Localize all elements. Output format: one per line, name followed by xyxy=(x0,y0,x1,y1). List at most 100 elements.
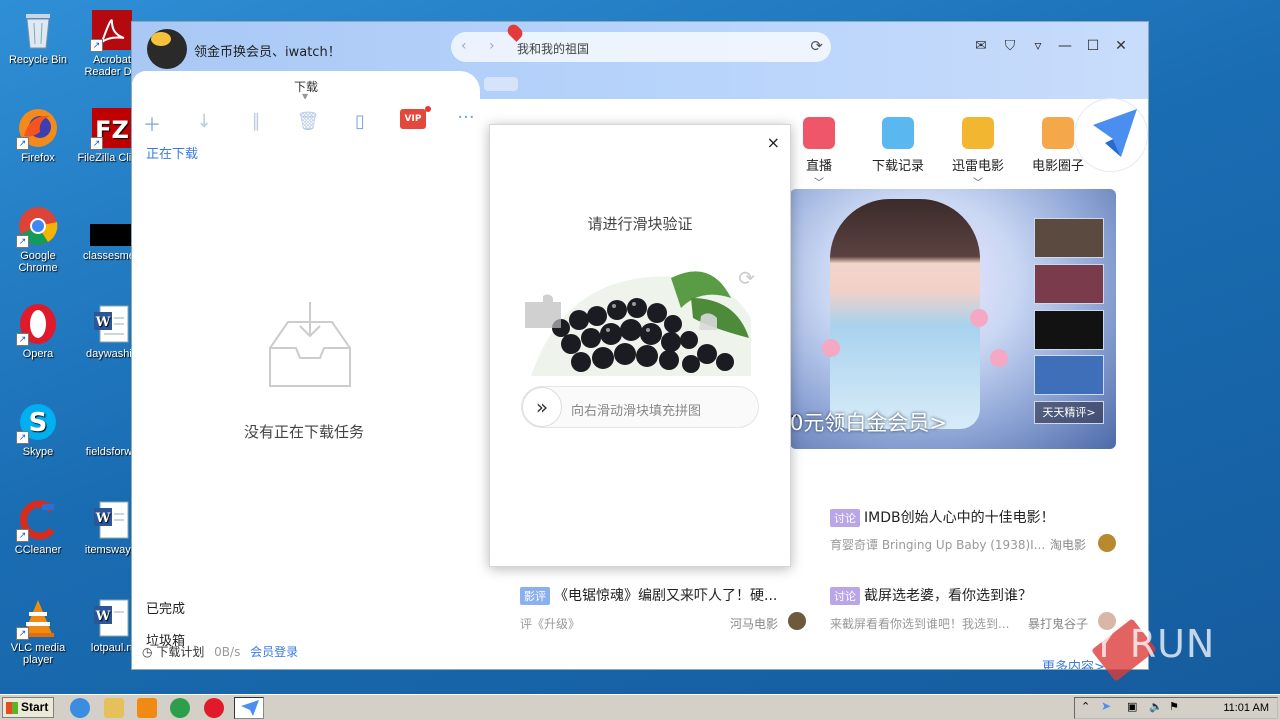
skype-icon: S ↗ xyxy=(16,400,60,444)
chevron-down-icon: ﹀ xyxy=(814,178,824,189)
banner-text: 0元领白金会员> xyxy=(790,411,947,435)
download-icon[interactable]: ↓ xyxy=(192,111,216,132)
trash-icon[interactable]: 🗑 xyxy=(296,111,320,132)
download-panel: ＋ ↓ ∥ 🗑 ▯ VIP ··· 正在下载 没有正在下载任务 已完成 垃圾箱 … xyxy=(132,99,490,669)
title-bar: 领金币换会员、iwatch！ ‹ › 我和我的祖国 ⟳ ✉ ⛉ ▿ — ☐ ✕ … xyxy=(132,22,1148,101)
minimize-icon[interactable]: — xyxy=(1056,38,1074,54)
desktop-icon-vlc[interactable]: ↗ VLC media player xyxy=(0,596,76,666)
svg-text:S: S xyxy=(29,408,48,438)
empty-box-icon xyxy=(264,302,356,388)
windows-logo-icon xyxy=(6,702,18,714)
back-icon[interactable]: ‹ xyxy=(461,38,467,54)
promo-link[interactable]: 领金币换会员、iwatch！ xyxy=(194,41,341,60)
news-subtitle-2: 评《升级》 xyxy=(520,617,581,631)
system-tray: ⌃ ➤ ▣ 🔈 ⚑ 11:01 AM xyxy=(1074,697,1278,719)
opera-icon: ↗ xyxy=(16,302,60,346)
thunder-bird-logo-icon[interactable] xyxy=(1074,98,1148,172)
daily-review-button[interactable]: 天天精评> xyxy=(1034,401,1104,424)
file-icon xyxy=(90,204,134,248)
banner-thumbnail-4[interactable] xyxy=(1034,355,1104,395)
captcha-dialog: × 请进行滑块验证 ⟳ » 向右滑动滑块填充拼图 xyxy=(489,124,791,567)
captcha-slider[interactable]: » 向右滑动滑块填充拼图 xyxy=(521,386,759,428)
close-icon[interactable]: × xyxy=(767,133,780,152)
promo-banner[interactable]: 0元领白金会员> 天天精评> xyxy=(790,189,1116,449)
ie-icon[interactable] xyxy=(70,698,90,718)
category-live[interactable]: 直播 ﹀ xyxy=(784,117,854,189)
acrobat-icon: ↗ xyxy=(90,8,134,52)
network-icon[interactable]: ▣ xyxy=(1127,700,1137,713)
close-icon[interactable]: ✕ xyxy=(1112,38,1130,54)
slider-knob[interactable]: » xyxy=(522,387,562,427)
slider-hint: 向右滑动滑块填充拼图 xyxy=(571,404,702,419)
thunder-task[interactable] xyxy=(234,697,264,719)
clock-icon: ◷ xyxy=(142,645,153,659)
news-source-2[interactable]: 河马电影 xyxy=(730,615,778,632)
mail-icon[interactable]: ✉ xyxy=(972,38,990,54)
vip-icon[interactable]: VIP xyxy=(400,106,431,129)
svg-text:W: W xyxy=(95,609,111,624)
avatar[interactable] xyxy=(147,29,187,69)
media-player-icon[interactable] xyxy=(137,698,157,718)
shortcut-arrow-icon: ↗ xyxy=(90,39,103,52)
phone-icon[interactable]: ▯ xyxy=(348,111,372,132)
explorer-icon[interactable] xyxy=(104,698,124,718)
category-thunder-movies[interactable]: 迅雷电影 ﹀ xyxy=(943,117,1013,189)
address-input[interactable]: 我和我的祖国 xyxy=(517,40,589,57)
tray-expand-icon[interactable]: ⌃ xyxy=(1081,700,1090,713)
ccleaner-icon: ↗ xyxy=(16,498,60,542)
forward-icon[interactable]: › xyxy=(489,38,495,54)
refresh-icon[interactable]: ⟳ xyxy=(810,37,823,55)
banner-thumbnail-2[interactable] xyxy=(1034,264,1104,304)
shortcut-arrow-icon: ↗ xyxy=(16,431,29,444)
banner-thumbnail-3[interactable] xyxy=(1034,310,1104,350)
desktop-icon-firefox[interactable]: ↗ Firefox xyxy=(0,106,76,164)
file-icon xyxy=(90,400,134,444)
download-plan-link[interactable]: 下载计划 xyxy=(156,645,204,659)
plus-icon[interactable]: ＋ xyxy=(140,111,164,137)
news-partial-title[interactable]: .. xyxy=(790,405,799,421)
review-badge: 影评 xyxy=(520,587,550,605)
film-reel-icon xyxy=(1042,117,1074,149)
svg-text:W: W xyxy=(95,511,111,526)
volume-icon[interactable]: 🔈 xyxy=(1149,700,1163,713)
shortcut-arrow-icon: ↗ xyxy=(16,529,29,542)
downloading-tab[interactable]: 正在下载 xyxy=(146,143,198,162)
desktop-icon-chrome[interactable]: ↗ Google Chrome xyxy=(0,204,76,274)
menu-icon[interactable]: ▿ xyxy=(1029,38,1047,54)
opera-icon[interactable] xyxy=(204,698,224,718)
thunder-tray-icon[interactable]: ➤ xyxy=(1101,699,1111,713)
word-document-icon: W xyxy=(90,596,134,640)
tv-icon xyxy=(803,117,835,149)
footer: ◷ 下载计划 0B/s 会员登录 xyxy=(142,643,298,660)
news-source-1[interactable]: 淘电影 xyxy=(1050,536,1086,553)
pause-icon[interactable]: ∥ xyxy=(244,111,268,132)
refresh-icon[interactable]: ⟳ xyxy=(738,266,755,290)
skin-icon[interactable]: ⛉ xyxy=(1001,38,1019,54)
completed-tab[interactable]: 已完成 xyxy=(146,598,185,617)
news-title-3[interactable]: 讨论 截屏选老婆，看你选到谁？ xyxy=(830,585,1032,605)
desktop-icon-recycle-bin[interactable]: Recycle Bin xyxy=(0,8,76,66)
banner-thumbnail-1[interactable] xyxy=(1034,218,1104,258)
flag-icon[interactable]: ⚑ xyxy=(1169,700,1179,713)
shortcut-arrow-icon: ↗ xyxy=(16,137,29,150)
chrome-icon[interactable] xyxy=(170,698,190,718)
tab-new[interactable] xyxy=(484,77,518,91)
start-button[interactable]: Start xyxy=(2,697,54,718)
chevron-down-icon: ﹀ xyxy=(973,178,983,189)
clock[interactable]: 11:01 AM xyxy=(1223,702,1269,714)
more-icon[interactable]: ··· xyxy=(454,107,478,128)
filezilla-icon: FZ ↗ xyxy=(90,106,134,150)
category-download-history[interactable]: 下载记录 xyxy=(863,117,933,174)
chrome-icon: ↗ xyxy=(16,204,60,248)
captcha-puzzle-image: ⟳ xyxy=(521,258,759,376)
member-login-link[interactable]: 会员登录 xyxy=(250,645,298,659)
news-title-1[interactable]: 讨论 IMDB创始人心中的十佳电影！ xyxy=(830,507,1055,527)
news-title-2[interactable]: 影评 《电锯惊魂》编剧又来吓人了！硬... xyxy=(520,585,777,605)
desktop-icon-opera[interactable]: ↗ Opera xyxy=(0,302,76,360)
desktop-icon-skype[interactable]: S ↗ Skype xyxy=(0,400,76,458)
bird-icon xyxy=(962,117,994,149)
address-bar[interactable]: ‹ › 我和我的祖国 ⟳ xyxy=(451,22,831,62)
recycle-bin-icon xyxy=(16,8,60,52)
desktop-icon-ccleaner[interactable]: ↗ CCleaner xyxy=(0,498,76,556)
maximize-icon[interactable]: ☐ xyxy=(1084,38,1102,54)
